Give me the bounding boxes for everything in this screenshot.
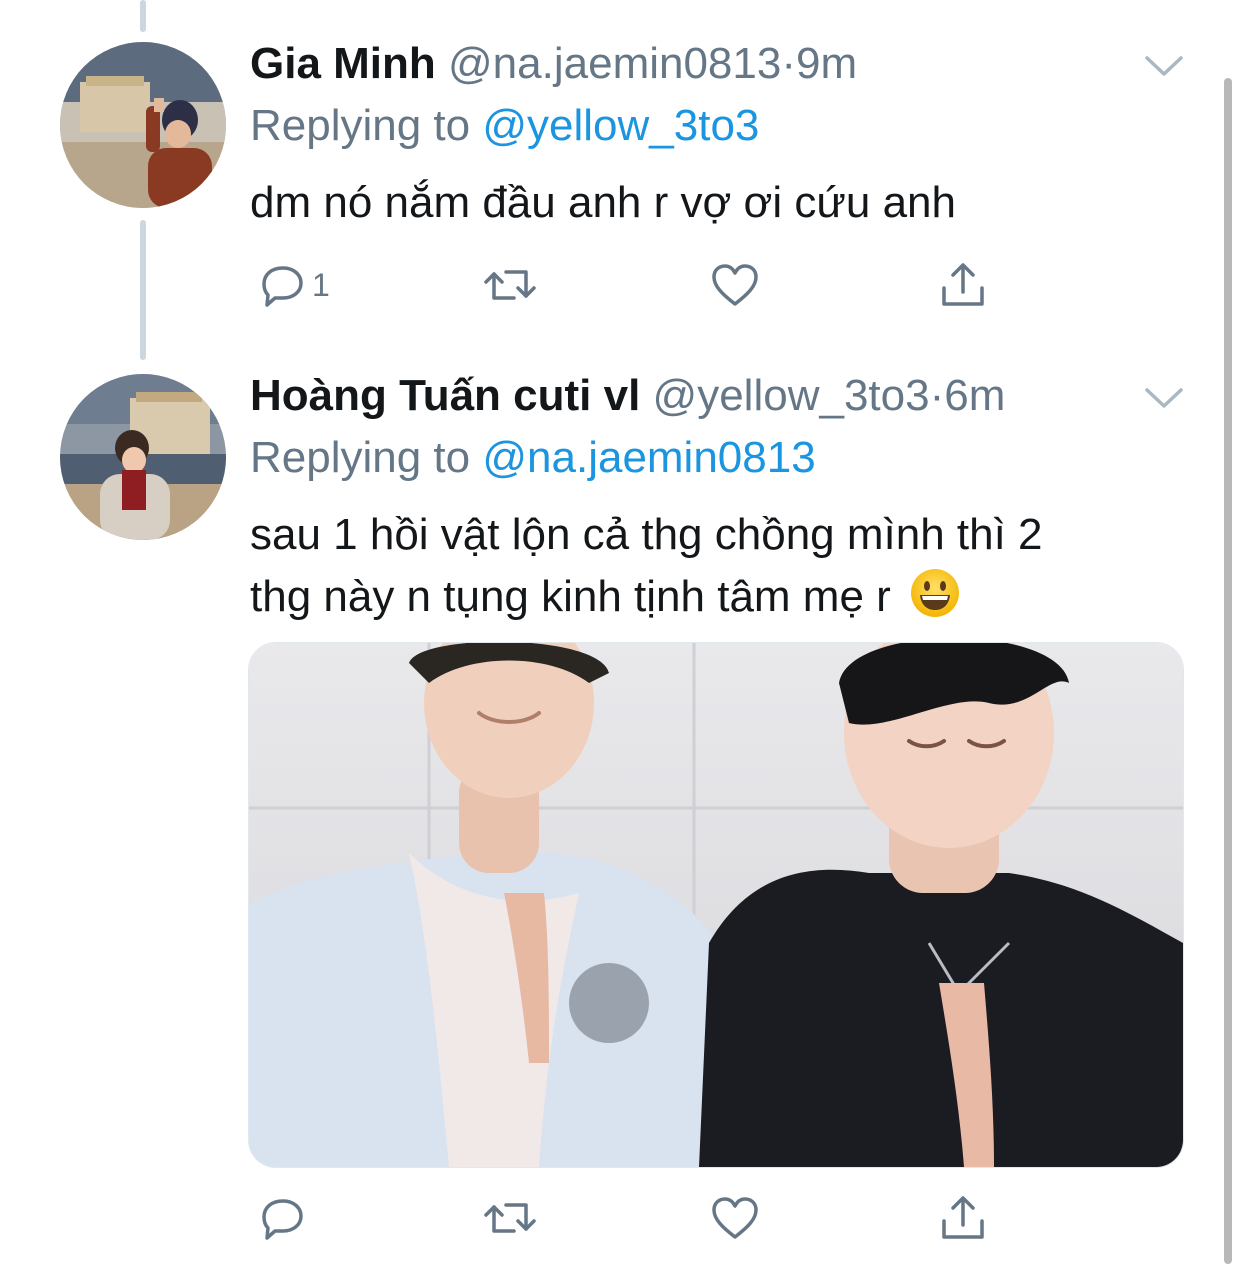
scrollbar-thumb[interactable] xyxy=(1224,78,1232,1264)
display-name[interactable]: Gia Minh xyxy=(250,39,436,88)
tweet-body-line-2: thg này n tụng kinh tịnh tâm mẹ r xyxy=(250,566,1150,628)
reply-count: 1 xyxy=(312,266,330,303)
retweet-icon xyxy=(484,270,536,300)
user-handle[interactable]: @yellow_3to3 xyxy=(653,371,930,420)
retweet-button[interactable] xyxy=(480,255,540,315)
replying-mention[interactable]: @yellow_3to3 xyxy=(482,101,759,150)
reply-button[interactable] xyxy=(256,1188,306,1248)
avatar-photo xyxy=(60,374,226,540)
tweet-header: Gia Minh @na.jaemin0813·9m xyxy=(250,38,857,90)
timestamp[interactable]: 9m xyxy=(796,39,857,88)
replying-prefix: Replying to xyxy=(250,433,483,482)
reply-icon xyxy=(262,1199,303,1240)
tweet-actions: 1 xyxy=(250,255,1010,315)
tweet-header: Hoàng Tuấn cuti vl @yellow_3to3·6m xyxy=(250,370,1005,422)
share-button[interactable] xyxy=(938,255,988,315)
replying-to: Replying to @na.jaemin0813 xyxy=(250,432,816,484)
avatar[interactable] xyxy=(60,374,226,540)
replying-prefix: Replying to xyxy=(250,101,483,150)
media-photo xyxy=(249,643,1183,1167)
chevron-down-icon[interactable] xyxy=(1143,384,1185,414)
separator-dot: · xyxy=(929,371,945,420)
heart-icon xyxy=(712,264,758,306)
display-name[interactable]: Hoàng Tuấn cuti vl xyxy=(250,371,640,420)
avatar-photo xyxy=(60,42,226,208)
tweet-media-image[interactable] xyxy=(248,642,1184,1168)
tweet-body-line-1: sau 1 hồi vật lộn cả thg chồng mình thì … xyxy=(250,510,1043,559)
retweet-icon xyxy=(484,1203,536,1233)
like-button[interactable] xyxy=(710,255,760,315)
tweet-text: sau 1 hồi vật lộn cả thg chồng mình thì … xyxy=(250,504,1150,628)
user-handle[interactable]: @na.jaemin0813 xyxy=(448,39,781,88)
share-button[interactable] xyxy=(938,1188,988,1248)
reply-button[interactable]: 1 xyxy=(256,255,330,315)
share-icon xyxy=(942,1196,984,1239)
replying-to: Replying to @yellow_3to3 xyxy=(250,100,759,152)
reply-icon xyxy=(262,266,303,307)
like-button[interactable] xyxy=(710,1188,760,1248)
replying-mention[interactable]: @na.jaemin0813 xyxy=(482,433,815,482)
avatar[interactable] xyxy=(60,42,226,208)
tweet-body-line-2-text: thg này n tụng kinh tịnh tâm mẹ r xyxy=(250,572,891,621)
separator-dot: · xyxy=(781,39,797,88)
tweet-actions xyxy=(250,1188,1010,1248)
share-icon xyxy=(942,263,984,306)
retweet-button[interactable] xyxy=(480,1188,540,1248)
tweet-gia-minh[interactable]: Gia Minh @na.jaemin0813·9m Replying to @… xyxy=(0,0,1242,360)
chevron-down-icon[interactable] xyxy=(1143,52,1185,82)
tweet-body: dm nó nắm đầu anh r vợ ơi cứu anh xyxy=(250,178,956,227)
tweet-text: dm nó nắm đầu anh r vợ ơi cứu anh xyxy=(250,172,1150,234)
grinning-face-emoji xyxy=(911,569,960,617)
heart-icon xyxy=(712,1197,758,1239)
timestamp[interactable]: 6m xyxy=(944,371,1005,420)
